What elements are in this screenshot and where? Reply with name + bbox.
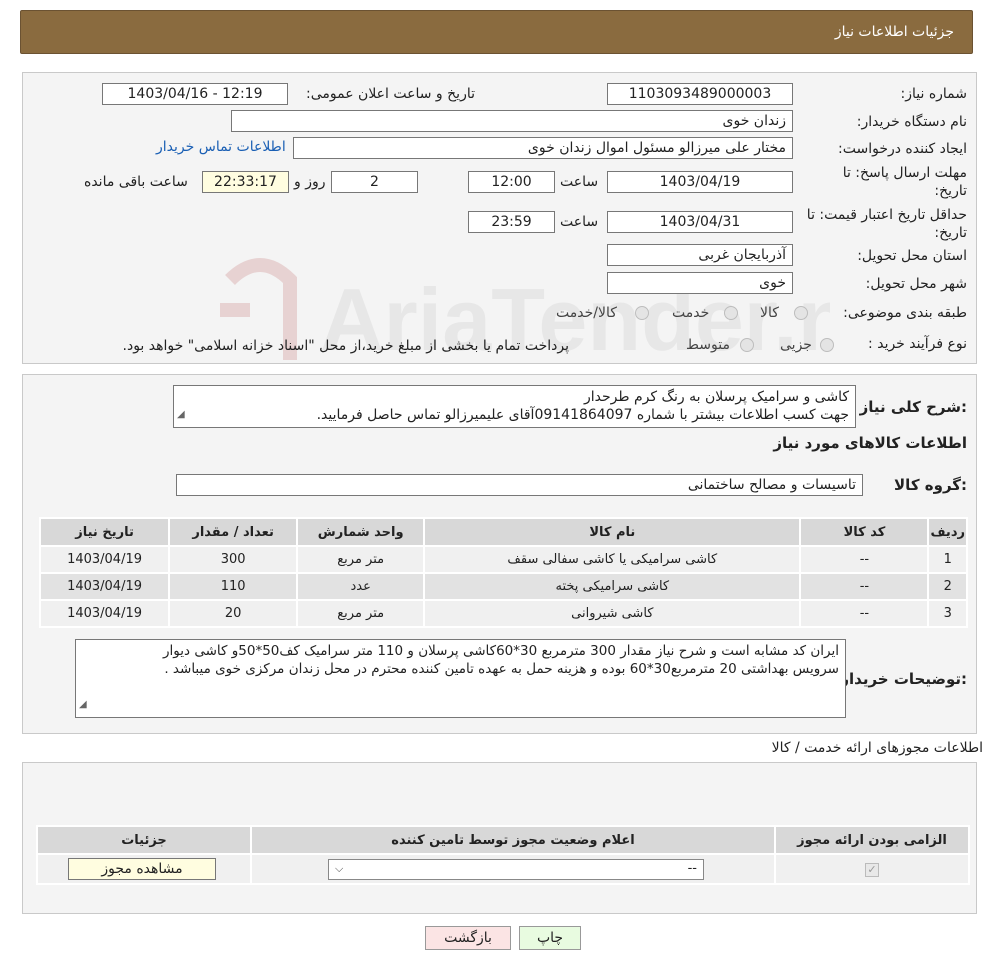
process-label: نوع فرآیند خرید : bbox=[868, 336, 967, 352]
page-title: جزئیات اطلاعات نیاز bbox=[834, 24, 954, 40]
permits-table-header: الزامی بودن ارائه مجوز اعلام وضعیت مجوز … bbox=[38, 827, 968, 853]
category-radio-service[interactable] bbox=[724, 306, 738, 320]
table-row: 2 -- کاشی سرامیکی پخته عدد 110 1403/04/1… bbox=[41, 574, 966, 599]
cell-name: کاشی سرامیکی یا کاشی سفالی سقف bbox=[425, 547, 800, 572]
validity-time-label: ساعت bbox=[560, 214, 599, 230]
cell-name: کاشی شیروانی bbox=[425, 601, 800, 626]
col-date: تاریخ نیاز bbox=[41, 519, 169, 545]
buyer-notes-line-2: سرویس بهداشتی 20 مترمربع30*60 بوده و هزی… bbox=[164, 661, 839, 677]
permit-required-checkbox[interactable]: ✓ bbox=[865, 862, 879, 877]
back-button[interactable]: بازگشت bbox=[425, 926, 511, 950]
col-row: ردیف bbox=[929, 519, 966, 545]
deadline-label: مهلت ارسال پاسخ: تا تاریخ: bbox=[842, 165, 967, 199]
goods-group-label: گروه کالا: bbox=[894, 476, 967, 494]
deadline-date-field: 1403/04/19 bbox=[607, 171, 793, 193]
goods-table-header: ردیف کد کالا نام کالا واحد شمارش تعداد /… bbox=[41, 519, 966, 545]
category-option-service: خدمت bbox=[672, 305, 710, 321]
process-radio-medium[interactable] bbox=[740, 338, 754, 352]
col-quantity: تعداد / مقدار bbox=[170, 519, 297, 545]
validity-date-field: 1403/04/31 bbox=[607, 211, 793, 233]
table-row: 3 -- کاشی شیروانی متر مربع 20 1403/04/19 bbox=[41, 601, 966, 626]
goods-section-title: اطلاعات کالاهای مورد نیاز bbox=[773, 434, 967, 452]
cell-row: 2 bbox=[929, 574, 966, 599]
deadline-time-label: ساعت bbox=[560, 174, 599, 190]
cell-code: -- bbox=[801, 574, 928, 599]
cell-unit: متر مربع bbox=[298, 601, 424, 626]
category-option-goods-service: کالا/خدمت bbox=[556, 305, 617, 321]
process-option-medium: متوسط bbox=[686, 337, 730, 353]
need-number-label: شماره نیاز: bbox=[900, 86, 968, 102]
cell-date: 1403/04/19 bbox=[41, 601, 169, 626]
validity-label: حداقل تاریخ اعتبار قیمت: تا تاریخ: bbox=[806, 207, 967, 241]
buyer-notes-line-1: ایران کد مشابه است و شرح نیاز مقدار 300 … bbox=[163, 643, 839, 659]
cell-quantity: 110 bbox=[170, 574, 297, 599]
permits-table: الزامی بودن ارائه مجوز اعلام وضعیت مجوز … bbox=[36, 825, 970, 885]
announce-label: تاریخ و ساعت اعلان عمومی: bbox=[306, 86, 475, 102]
cell-permit-details: مشاهده مجوز bbox=[38, 855, 250, 883]
cell-name: کاشی سرامیکی پخته bbox=[425, 574, 800, 599]
province-label: استان محل تحویل: bbox=[857, 248, 967, 264]
validity-time-field: 23:59 bbox=[468, 211, 555, 233]
chevron-down-icon: ⌵ bbox=[335, 862, 344, 875]
remaining-time-field: 22:33:17 bbox=[202, 171, 289, 193]
city-field: خوی bbox=[607, 272, 793, 294]
col-permit-required: الزامی بودن ارائه مجوز bbox=[776, 827, 968, 853]
resize-grip-icon[interactable]: ◢ bbox=[79, 696, 87, 714]
buyer-name-field: زندان خوی bbox=[231, 110, 793, 132]
view-permit-button[interactable]: مشاهده مجوز bbox=[68, 858, 216, 880]
cell-unit: عدد bbox=[298, 574, 424, 599]
buyer-notes-textarea[interactable]: ایران کد مشابه است و شرح نیاز مقدار 300 … bbox=[75, 639, 846, 718]
table-row: ✓ ⌵ -- مشاهده مجوز bbox=[38, 855, 968, 883]
need-number-field: 1103093489000003 bbox=[607, 83, 793, 105]
buyer-name-label: نام دستگاه خریدار: bbox=[856, 114, 967, 130]
cell-quantity: 300 bbox=[170, 547, 297, 572]
description-label: شرح کلی نیاز: bbox=[859, 398, 967, 416]
table-row: 1 -- کاشی سرامیکی یا کاشی سفالی سقف متر … bbox=[41, 547, 966, 572]
permit-status-value: -- bbox=[687, 861, 697, 876]
goods-group-field: تاسیسات و مصالح ساختمانی bbox=[176, 474, 863, 496]
process-option-minor: جزیی bbox=[780, 337, 812, 353]
province-field: آذربایجان غربی bbox=[607, 244, 793, 266]
days-label: روز و bbox=[294, 174, 326, 190]
permits-section-title: اطلاعات مجوزهای ارائه خدمت / کالا bbox=[771, 740, 983, 756]
announce-datetime-field: 1403/04/16 - 12:19 bbox=[102, 83, 288, 105]
cell-code: -- bbox=[801, 601, 928, 626]
category-radio-goods[interactable] bbox=[794, 306, 808, 320]
cell-row: 3 bbox=[929, 601, 966, 626]
cell-quantity: 20 bbox=[170, 601, 297, 626]
resize-grip-icon[interactable]: ◢ bbox=[177, 406, 185, 424]
cell-date: 1403/04/19 bbox=[41, 547, 169, 572]
category-option-goods: کالا bbox=[760, 305, 779, 321]
description-line-2: جهت کسب اطلاعات بیشتر با شماره 091418640… bbox=[316, 407, 849, 423]
col-permit-status: اعلام وضعیت مجوز توسط تامین کننده bbox=[252, 827, 774, 853]
requester-label: ایجاد کننده درخواست: bbox=[838, 141, 967, 157]
description-textarea[interactable]: کاشی و سرامیک پرسلان به رنگ کرم طرحدار ج… bbox=[173, 385, 856, 428]
process-radio-minor[interactable] bbox=[820, 338, 834, 352]
print-button[interactable]: چاپ bbox=[519, 926, 581, 950]
category-radio-goods-service[interactable] bbox=[635, 306, 649, 320]
cell-date: 1403/04/19 bbox=[41, 574, 169, 599]
description-line-1: کاشی و سرامیک پرسلان به رنگ کرم طرحدار bbox=[584, 389, 849, 405]
goods-table: ردیف کد کالا نام کالا واحد شمارش تعداد /… bbox=[39, 517, 968, 628]
category-label: طبقه بندی موضوعی: bbox=[843, 305, 967, 321]
days-field: 2 bbox=[331, 171, 418, 193]
col-permit-details: جزئیات bbox=[38, 827, 250, 853]
cell-code: -- bbox=[801, 547, 928, 572]
col-name: نام کالا bbox=[425, 519, 800, 545]
col-code: کد کالا bbox=[801, 519, 928, 545]
remaining-label: ساعت باقی مانده bbox=[84, 174, 188, 190]
city-label: شهر محل تحویل: bbox=[865, 276, 967, 292]
cell-unit: متر مربع bbox=[298, 547, 424, 572]
page-header: جزئیات اطلاعات نیاز bbox=[20, 10, 973, 54]
col-unit: واحد شمارش bbox=[298, 519, 424, 545]
permit-status-select[interactable]: ⌵ -- bbox=[328, 859, 704, 880]
cell-row: 1 bbox=[929, 547, 966, 572]
requester-field: مختار علی میرزالو مسئول اموال زندان خوی bbox=[293, 137, 793, 159]
cell-permit-status: ⌵ -- bbox=[252, 855, 774, 883]
process-payment-note: پرداخت تمام یا بخشی از مبلغ خرید،از محل … bbox=[122, 338, 569, 354]
buyer-contact-link[interactable]: اطلاعات تماس خریدار bbox=[156, 139, 286, 155]
deadline-time-field: 12:00 bbox=[468, 171, 555, 193]
buyer-notes-label: توضیحات خریدار: bbox=[840, 670, 967, 688]
cell-permit-required: ✓ bbox=[776, 855, 968, 883]
